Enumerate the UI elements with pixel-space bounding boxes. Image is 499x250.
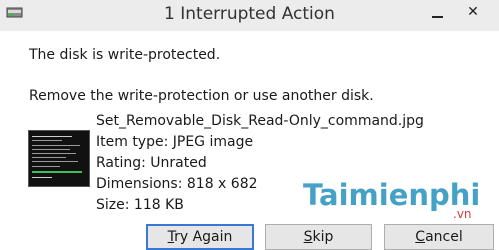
watermark-domain: .vn [453, 207, 472, 221]
file-dimensions: Dimensions: 818 x 682 [96, 176, 258, 192]
error-message: The disk is write-protected. [29, 47, 221, 63]
file-rating: Rating: Unrated [96, 155, 207, 171]
skip-label: kip [312, 229, 334, 245]
thumbnail-image [29, 131, 89, 186]
cancel-button[interactable]: Cancel [384, 224, 494, 250]
try-again-label: ry Again [174, 229, 233, 245]
skip-button[interactable]: Skip [265, 224, 372, 250]
close-icon[interactable]: ✕ [453, 2, 493, 22]
instruction-message: Remove the write-protection or use anoth… [29, 88, 374, 104]
file-type: Item type: JPEG image [96, 134, 254, 150]
skip-mnemonic: S [303, 229, 313, 245]
title-bar: 1 Interrupted Action ✕ [0, 0, 499, 31]
file-name: Set_Removable_Disk_Read-Only_command.jpg [96, 113, 424, 129]
minimize-icon[interactable] [424, 2, 450, 24]
cancel-label: ancel [425, 229, 463, 245]
file-thumbnail [28, 130, 90, 187]
file-size: Size: 118 KB [96, 197, 184, 213]
try-again-button[interactable]: Try Again [146, 224, 254, 250]
cancel-mnemonic: C [415, 229, 426, 245]
